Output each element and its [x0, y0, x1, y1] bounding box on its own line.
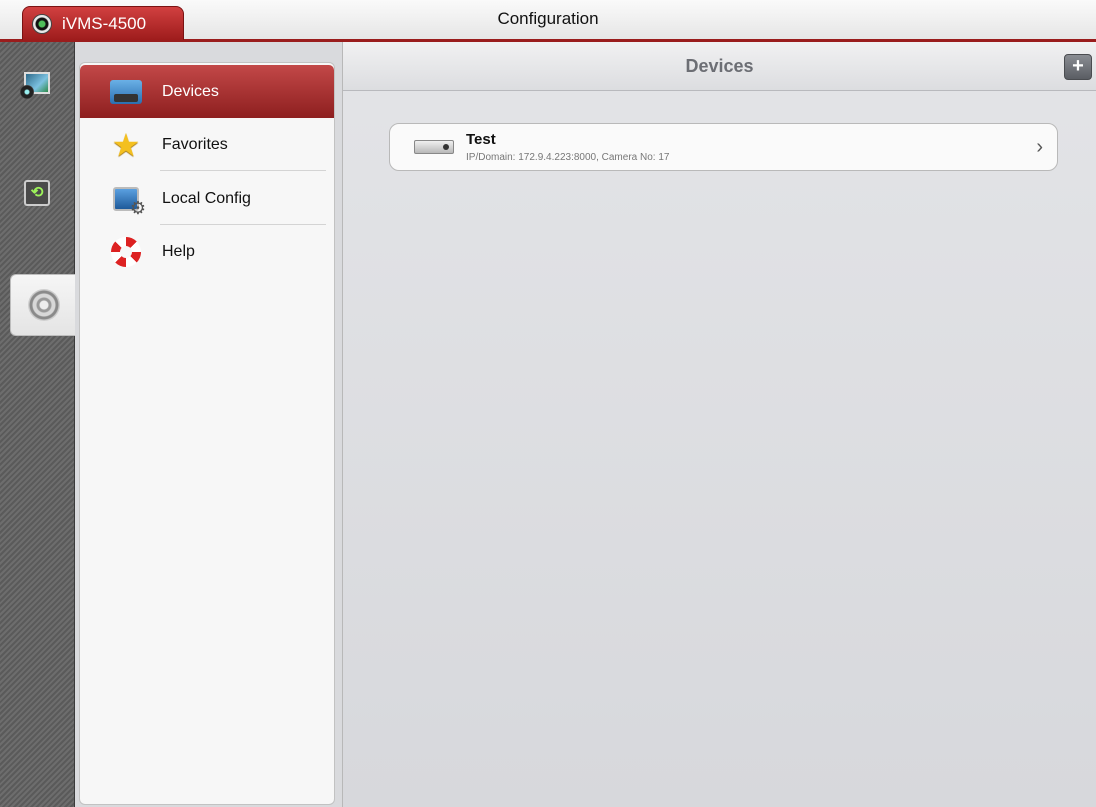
local-config-icon	[113, 186, 146, 219]
sidebar-item-help[interactable]: Help	[80, 225, 334, 278]
live-view-icon	[20, 72, 50, 99]
rail-live-view-button[interactable]	[13, 66, 61, 118]
playback-icon: ⟲	[24, 180, 50, 206]
sidebar-item-label: Favorites	[162, 135, 228, 153]
gear-icon	[28, 289, 60, 321]
device-detail: IP/Domain: 172.9.4.223:8000, Camera No: …	[466, 152, 670, 163]
sidebar-item-devices[interactable]: Devices	[80, 65, 334, 118]
chevron-right-icon: ›	[1036, 136, 1043, 158]
app-tab[interactable]: iVMS-4500	[22, 6, 184, 40]
main-content: Devices + Test IP/Domain: 172.9.4.223:80…	[343, 42, 1096, 807]
sidebar-panel: Devices ★ Favorites Local Config Help	[75, 42, 343, 807]
device-name: Test	[466, 131, 496, 148]
page-title: Devices	[685, 56, 754, 76]
window-title: Configuration	[497, 9, 599, 28]
rail-configuration-button[interactable]	[10, 274, 77, 336]
add-device-button[interactable]: +	[1064, 54, 1092, 80]
sidebar-item-favorites[interactable]: ★ Favorites	[80, 118, 334, 171]
devices-folder-icon	[110, 79, 142, 104]
dvr-device-icon	[414, 140, 454, 154]
sidebar-item-label: Help	[162, 242, 195, 260]
main-header: Devices +	[343, 42, 1096, 91]
sidebar-item-local-config[interactable]: Local Config	[80, 172, 334, 225]
sidebar-item-label: Local Config	[162, 189, 251, 207]
lifebuoy-icon	[111, 236, 141, 267]
app-name: iVMS-4500	[62, 13, 147, 33]
rail-playback-button[interactable]: ⟲	[13, 174, 61, 226]
app-logo-icon	[32, 13, 52, 34]
sidebar-item-label: Devices	[162, 82, 219, 100]
divider	[160, 170, 326, 171]
icon-rail: ⟲	[0, 42, 77, 807]
title-bar: iVMS-4500 Configuration	[0, 0, 1096, 42]
star-icon: ★	[111, 126, 141, 163]
sidebar-menu: Devices ★ Favorites Local Config Help	[79, 62, 335, 805]
device-row[interactable]: Test IP/Domain: 172.9.4.223:8000, Camera…	[389, 123, 1058, 171]
